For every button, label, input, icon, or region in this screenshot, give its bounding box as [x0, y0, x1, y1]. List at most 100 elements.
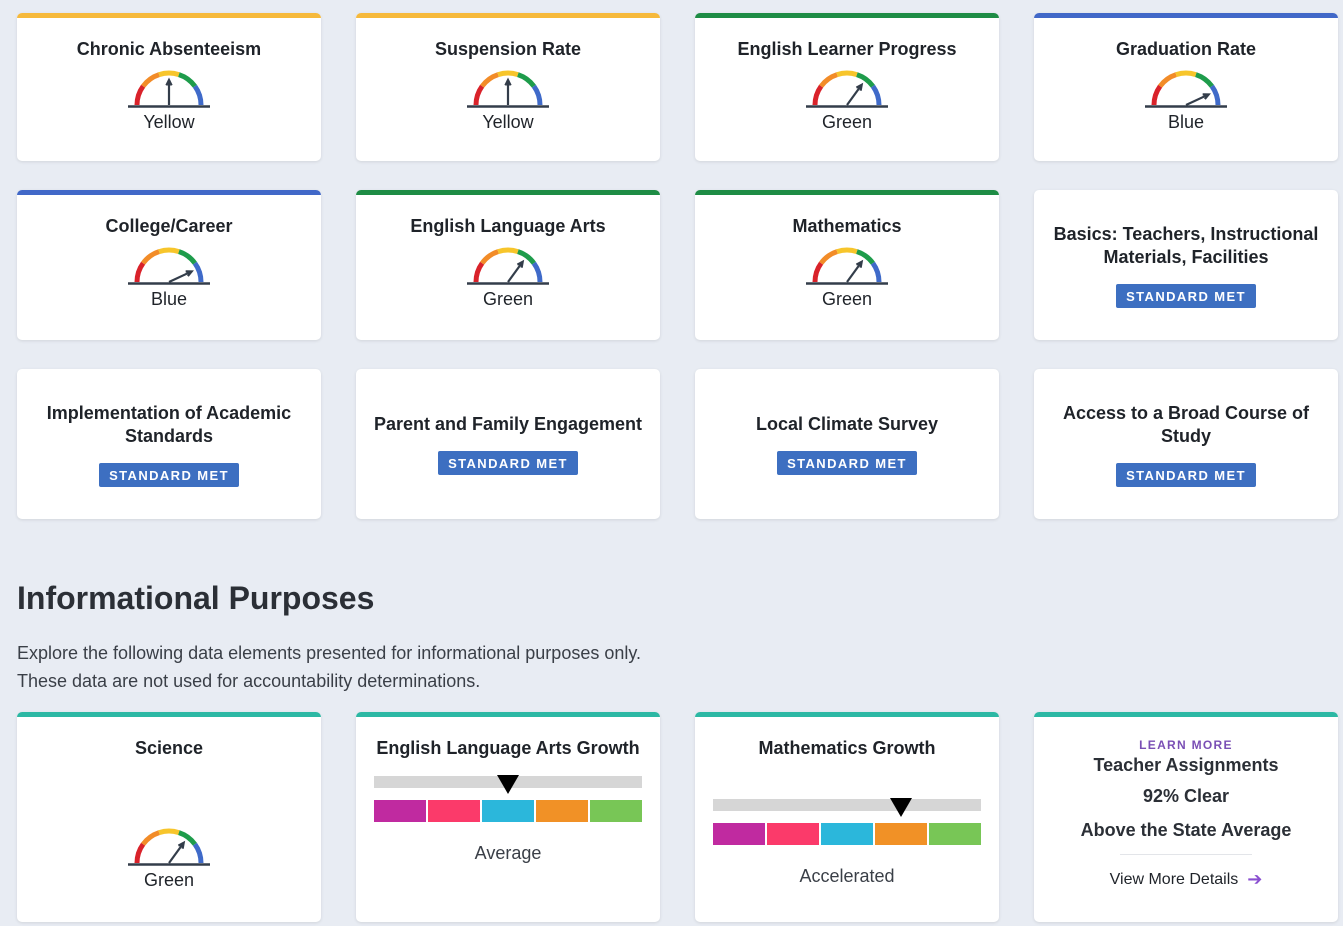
- gauge-segment: [819, 72, 839, 88]
- gauge-segment: [192, 842, 204, 864]
- gauge-needle: [168, 842, 185, 864]
- indicator-status: Yellow: [482, 112, 534, 132]
- gauge-segment: [855, 249, 875, 265]
- indicator-title: Mathematics Growth: [758, 738, 936, 758]
- gauge-segment: [1209, 84, 1221, 106]
- gauge-segment: [141, 72, 161, 88]
- gauge-segment: [497, 70, 519, 77]
- status-color-bar: [1034, 13, 1338, 18]
- gauge-icon: [806, 247, 888, 285]
- indicator-title: Basics: Teachers, Instructional Material…: [1053, 223, 1319, 267]
- indicator-card-access-to-broad-course-of-study[interactable]: Access to a Broad Course of Study STANDA…: [1034, 369, 1338, 519]
- gauge-segment: [497, 247, 519, 254]
- teacher-assignments-value: 92% Clear: [1142, 786, 1230, 806]
- status-color-bar: [356, 13, 660, 18]
- indicator-status: Blue: [1167, 112, 1205, 132]
- indicator-card-parent-and-family-engagement[interactable]: Parent and Family Engagement STANDARD ME…: [356, 369, 660, 519]
- gauge-segment: [1158, 72, 1178, 88]
- growth-level-segment: [428, 800, 482, 822]
- indicator-status: Blue: [150, 289, 188, 309]
- gauge-segment: [836, 247, 858, 254]
- gauge-needle: [846, 84, 863, 106]
- gauge-segment: [516, 72, 536, 88]
- gauge-needle: [846, 261, 863, 283]
- gauge-segment: [1175, 70, 1197, 77]
- indicator-title: Suspension Rate: [434, 39, 582, 59]
- indicator-title: Access to a Broad Course of Study: [1062, 402, 1310, 446]
- indicator-title: Local Climate Survey: [755, 414, 939, 434]
- indicator-card-english-language-arts[interactable]: English Language Arts Green: [356, 190, 660, 340]
- indicator-title: Parent and Family Engagement: [373, 414, 643, 434]
- indicator-card-college-career[interactable]: College/Career Blue: [17, 190, 321, 340]
- state-indicators-row-1: Chronic Absenteeism Yellow Suspension Ra…: [17, 13, 1338, 161]
- indicator-status: Yellow: [143, 112, 195, 132]
- growth-marker-icon: [889, 798, 912, 817]
- indicator-card-chronic-absenteeism[interactable]: Chronic Absenteeism Yellow: [17, 13, 321, 161]
- indicator-title: Mathematics: [792, 216, 902, 236]
- growth-level-segment: [713, 823, 767, 845]
- status-color-bar: [17, 13, 321, 18]
- indicator-status: Green: [821, 289, 873, 309]
- status-color-bar: [356, 190, 660, 195]
- local-indicator-body: Parent and Family Engagement STANDARD ME…: [360, 369, 656, 519]
- growth-level-segment: [929, 823, 981, 845]
- gauge-icon: [806, 70, 888, 108]
- gauge-segment: [158, 70, 180, 77]
- growth-level-segment: [821, 823, 875, 845]
- divider: [1120, 854, 1252, 855]
- standard-met-badge: STANDARD MET: [777, 451, 917, 475]
- indicator-card-local-climate-survey[interactable]: Local Climate Survey STANDARD MET: [695, 369, 999, 519]
- gauge-icon: [467, 247, 549, 285]
- indicator-card-math-growth[interactable]: Mathematics Growth Accelerated: [695, 712, 999, 922]
- gauge-needle: [507, 261, 524, 283]
- indicator-card-ela-growth[interactable]: English Language Arts Growth Average: [356, 712, 660, 922]
- local-indicator-body: Local Climate Survey STANDARD MET: [742, 369, 952, 519]
- indicator-card-mathematics[interactable]: Mathematics Green: [695, 190, 999, 340]
- gauge-segment: [1194, 72, 1214, 88]
- growth-track: [374, 775, 642, 794]
- gauge-segment: [158, 828, 180, 835]
- indicator-status: Green: [482, 289, 534, 309]
- gauge-segment: [192, 84, 204, 106]
- status-color-bar: [17, 712, 321, 717]
- view-more-details-label: View More Details: [1109, 870, 1239, 888]
- gauge-segment: [177, 830, 197, 846]
- indicator-card-science[interactable]: Science Green: [17, 712, 321, 922]
- growth-level-segment: [767, 823, 821, 845]
- gauge-segment: [855, 72, 875, 88]
- growth-level-label: Average: [474, 843, 542, 863]
- indicator-title: English Learner Progress: [737, 39, 957, 59]
- indicator-title: Implementation of Academic Standards: [46, 402, 292, 446]
- informational-row: Science Green English Language Arts Grow…: [17, 712, 1338, 922]
- local-indicator-body: Implementation of Academic Standards STA…: [17, 369, 321, 519]
- section-description: Explore the following data elements pres…: [17, 643, 642, 691]
- section-heading: Informational Purposes: [17, 580, 375, 616]
- indicator-card-basics[interactable]: Basics: Teachers, Instructional Material…: [1034, 190, 1338, 340]
- teacher-assignments-card[interactable]: LEARN MORE Teacher Assignments 92% Clear…: [1034, 712, 1338, 922]
- view-more-details-link[interactable]: View More Details ➔: [1110, 869, 1263, 890]
- teacher-assignments-title: Teacher Assignments: [1093, 755, 1279, 775]
- growth-level-segment: [482, 800, 536, 822]
- gauge-segment: [1151, 84, 1163, 106]
- indicator-status: Green: [143, 870, 195, 890]
- indicator-card-graduation-rate[interactable]: Graduation Rate Blue: [1034, 13, 1338, 161]
- gauge-icon: [128, 70, 210, 108]
- status-color-bar: [695, 712, 999, 717]
- gauge-segment: [141, 830, 161, 846]
- growth-marker-icon: [497, 775, 519, 794]
- gauge-segment: [812, 84, 824, 106]
- gauge-icon: [128, 247, 210, 285]
- gauge-segment: [134, 84, 146, 106]
- gauge-needle: [168, 270, 193, 283]
- growth-level-segment: [875, 823, 929, 845]
- status-color-bar: [1034, 712, 1338, 717]
- indicator-card-suspension-rate[interactable]: Suspension Rate Yellow: [356, 13, 660, 161]
- local-indicators-row: Implementation of Academic Standards STA…: [17, 369, 1338, 519]
- gauge-segment: [516, 249, 536, 265]
- gauge-segment: [531, 84, 543, 106]
- indicator-card-implementation-of-academic-standards[interactable]: Implementation of Academic Standards STA…: [17, 369, 321, 519]
- gauge-segment: [870, 261, 882, 283]
- standard-met-badge: STANDARD MET: [1116, 462, 1256, 487]
- growth-level-segment: [590, 800, 642, 822]
- indicator-card-english-learner-progress[interactable]: English Learner Progress Green: [695, 13, 999, 161]
